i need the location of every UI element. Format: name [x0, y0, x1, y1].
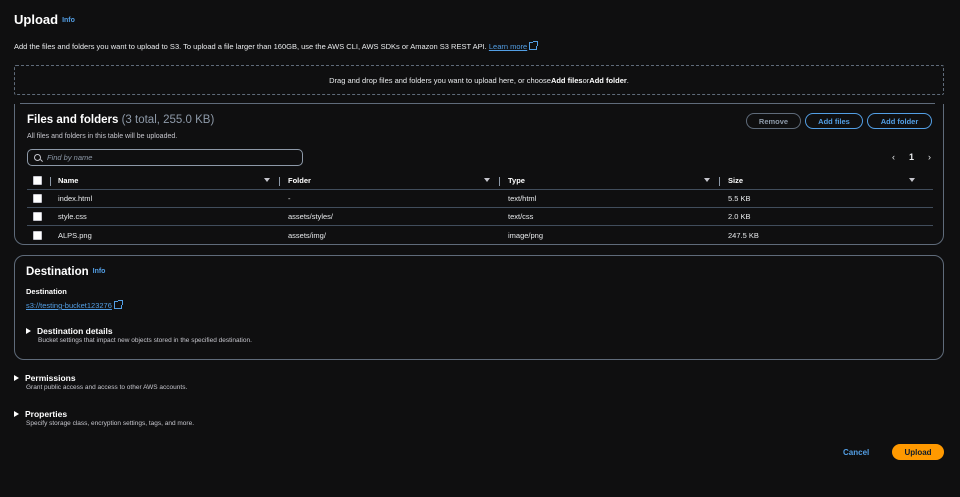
properties-title: Properties: [25, 409, 68, 419]
destination-details-header[interactable]: Destination details: [26, 326, 252, 336]
cell-name: style.css: [58, 212, 87, 221]
properties-desc: Specify storage class, encryption settin…: [26, 420, 195, 427]
caret-right-icon: [26, 328, 31, 334]
add-files-button[interactable]: Add files: [805, 113, 863, 129]
dropzone-add-folder: Add folder: [589, 75, 627, 85]
permissions-expander[interactable]: Permissions Grant public access and acce…: [14, 373, 187, 391]
column-header-folder-label: Folder: [288, 176, 311, 185]
cell-name: index.html: [58, 194, 93, 203]
page-title: Upload Info: [14, 12, 75, 27]
column-header-name[interactable]: Name: [50, 172, 280, 189]
files-title-text: Files and folders: [27, 114, 119, 126]
search-icon: [34, 154, 41, 161]
page-title-text: Upload: [14, 12, 59, 27]
remove-button[interactable]: Remove: [746, 113, 801, 129]
sort-icon: [264, 178, 270, 182]
column-header-folder[interactable]: Folder: [280, 172, 500, 189]
cell-name: ALPS.png: [58, 230, 92, 240]
learn-more-link[interactable]: Learn more: [489, 42, 527, 51]
cell-size: 5.5 KB: [728, 194, 751, 203]
column-header-size[interactable]: Size: [720, 172, 925, 189]
cell-type: text/html: [508, 194, 537, 203]
dropzone-text-end: .: [626, 75, 629, 85]
dropzone-text-before: Drag and drop files and folders you want…: [329, 75, 551, 85]
cancel-button[interactable]: Cancel: [843, 444, 869, 460]
cell-type: image/png: [508, 230, 544, 240]
files-table: Name Folder Type Size index.html - text/…: [27, 172, 933, 244]
column-header-name-label: Name: [58, 176, 79, 185]
permissions-title: Permissions: [25, 373, 76, 383]
caret-right-icon: [14, 411, 19, 417]
search-box: [27, 149, 303, 166]
destination-title: Destination Info: [26, 266, 105, 278]
column-header-type[interactable]: Type: [500, 172, 720, 189]
destination-bucket-link[interactable]: s3://testing-bucket123276: [26, 301, 112, 310]
upload-dropzone[interactable]: Drag and drop files and folders you want…: [14, 65, 944, 95]
destination-label: Destination: [26, 287, 67, 296]
pagination: ‹ 1 ›: [892, 152, 931, 162]
add-folder-button[interactable]: Add folder: [867, 113, 932, 129]
search-input[interactable]: [47, 153, 287, 162]
destination-details-expander[interactable]: Destination details Bucket settings that…: [26, 326, 252, 344]
files-count: (3 total, 255.0 KB): [121, 114, 215, 126]
cell-size: 2.0 KB: [728, 212, 751, 221]
sort-icon: [484, 178, 490, 182]
chevron-left-icon[interactable]: ‹: [892, 152, 895, 162]
permissions-header[interactable]: Permissions: [14, 373, 187, 383]
files-subtitle: All files and folders in this table will…: [27, 133, 178, 140]
upload-button[interactable]: Upload: [892, 444, 944, 460]
destination-details-desc: Bucket settings that impact new objects …: [38, 337, 252, 344]
external-link-icon: [113, 300, 123, 309]
sort-icon: [909, 178, 915, 182]
table-row: ALPS.png assets/img/ image/png 247.5 KB: [27, 226, 933, 244]
dropzone-text-middle: or: [582, 75, 590, 85]
table-row: index.html - text/html 5.5 KB: [27, 190, 933, 208]
cell-folder: assets/styles/: [288, 212, 334, 221]
learn-more-label: Learn more: [488, 42, 528, 51]
files-and-folders-panel: Files and folders (3 total, 255.0 KB) Al…: [14, 104, 944, 245]
table-row: style.css assets/styles/ text/css 2.0 KB: [27, 208, 933, 226]
cell-type: text/css: [508, 212, 534, 221]
destination-panel: Destination Info Destination s3://testing…: [14, 255, 944, 360]
dropzone-add-files: Add files: [550, 75, 583, 85]
column-header-size-label: Size: [728, 176, 744, 185]
row-checkbox[interactable]: [33, 212, 42, 221]
destination-title-text: Destination: [26, 266, 89, 278]
row-checkbox[interactable]: [33, 194, 42, 203]
row-checkbox[interactable]: [33, 230, 42, 240]
page-description: Add the files and folders you want to up…: [14, 41, 539, 51]
properties-header[interactable]: Properties: [14, 409, 194, 419]
page-description-text: Add the files and folders you want to up…: [14, 42, 487, 51]
cell-folder: -: [288, 194, 291, 203]
files-title: Files and folders (3 total, 255.0 KB): [27, 114, 214, 126]
external-link-icon: [529, 41, 539, 50]
chevron-right-icon[interactable]: ›: [928, 152, 931, 162]
column-header-type-label: Type: [508, 176, 525, 185]
destination-details-title: Destination details: [37, 326, 113, 336]
select-all-checkbox[interactable]: [33, 176, 42, 185]
destination-info-link[interactable]: Info: [93, 268, 106, 275]
properties-expander[interactable]: Properties Specify storage class, encryp…: [14, 409, 194, 427]
permissions-desc: Grant public access and access to other …: [26, 384, 188, 391]
caret-right-icon: [14, 375, 19, 381]
destination-link-row: s3://testing-bucket123276: [26, 300, 123, 310]
cell-size: 247.5 KB: [728, 230, 759, 240]
upload-info-link[interactable]: Info: [62, 17, 75, 24]
cell-folder: assets/img/: [288, 230, 326, 240]
page-number[interactable]: 1: [909, 152, 914, 162]
sort-icon: [704, 178, 710, 182]
table-header-row: Name Folder Type Size: [27, 172, 933, 190]
